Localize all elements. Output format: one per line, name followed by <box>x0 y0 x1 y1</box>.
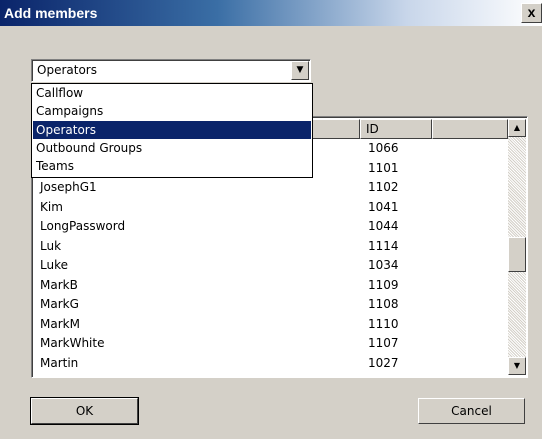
member-name: Luke <box>40 258 68 272</box>
member-name: Kim <box>40 199 63 214</box>
ok-button[interactable]: OK <box>30 397 139 425</box>
add-members-dialog: Add members x Operators ▼ ID ▲ ▼ 1066 110… <box>0 0 542 439</box>
member-id: 1102 <box>368 180 399 194</box>
list-row[interactable]: Kim 1041 <box>34 198 508 217</box>
list-row[interactable]: MarkWhite 1107 <box>34 334 508 353</box>
dropdown-option-callflow[interactable]: Callflow <box>33 84 311 102</box>
member-id: 1114 <box>368 238 399 253</box>
vertical-scrollbar[interactable]: ▲ ▼ <box>508 119 526 375</box>
member-id: 1066 <box>368 141 399 155</box>
member-name: MarkM <box>40 316 80 331</box>
member-id: 1041 <box>368 199 399 214</box>
list-row[interactable]: Luk 1114 <box>34 237 508 256</box>
member-name: MarkB <box>40 277 78 292</box>
chevron-down-icon: ▼ <box>296 65 304 75</box>
member-name: Martin <box>40 355 79 370</box>
list-row[interactable]: MarkG 1108 <box>34 295 508 314</box>
chevron-down-icon: ▼ <box>513 361 521 370</box>
member-id: 1044 <box>368 219 399 233</box>
list-row[interactable]: Luke 1034 <box>34 256 508 275</box>
member-id: 1107 <box>368 336 399 350</box>
close-button[interactable]: x <box>521 3 542 23</box>
column-header-extra[interactable] <box>432 119 508 139</box>
window-title: Add members <box>4 5 98 21</box>
member-id: 1034 <box>368 258 399 272</box>
member-id: 1108 <box>368 297 399 311</box>
column-header-id[interactable]: ID <box>360 119 432 139</box>
scrollbar-thumb[interactable] <box>508 237 526 272</box>
list-row[interactable]: JosephG1 1102 <box>34 178 508 197</box>
scroll-up-button[interactable]: ▲ <box>508 119 526 137</box>
combo-dropdown-list: Callflow Campaigns Operators Outbound Gr… <box>31 83 313 178</box>
list-row[interactable]: LongPassword 1044 <box>34 217 508 236</box>
dropdown-option-campaigns[interactable]: Campaigns <box>33 102 311 120</box>
member-name: Luk <box>40 238 62 253</box>
member-type-combo[interactable]: Operators ▼ <box>31 59 311 82</box>
member-id: 1110 <box>368 316 399 331</box>
combo-selected-value: Operators <box>37 63 97 77</box>
chevron-up-icon: ▲ <box>513 123 521 132</box>
member-id: 1027 <box>368 355 399 370</box>
member-id: 1101 <box>368 160 399 175</box>
list-row[interactable]: Martin 1027 <box>34 354 508 373</box>
dropdown-option-outbound-groups[interactable]: Outbound Groups <box>33 139 311 157</box>
list-row[interactable]: MarkB 1109 <box>34 276 508 295</box>
dropdown-option-teams[interactable]: Teams <box>33 157 311 175</box>
member-name: JosephG1 <box>40 180 97 194</box>
dropdown-option-operators[interactable]: Operators <box>33 121 311 139</box>
scroll-down-button[interactable]: ▼ <box>508 357 526 375</box>
close-icon: x <box>527 4 536 20</box>
cancel-button[interactable]: Cancel <box>418 398 525 424</box>
list-row[interactable]: MarkM 1110 <box>34 315 508 334</box>
member-id: 1109 <box>368 277 399 292</box>
combo-dropdown-button[interactable]: ▼ <box>291 61 309 80</box>
member-name: MarkWhite <box>40 336 105 350</box>
member-name: MarkG <box>40 297 79 311</box>
member-name: LongPassword <box>40 219 126 233</box>
title-bar: Add members x <box>0 0 542 26</box>
